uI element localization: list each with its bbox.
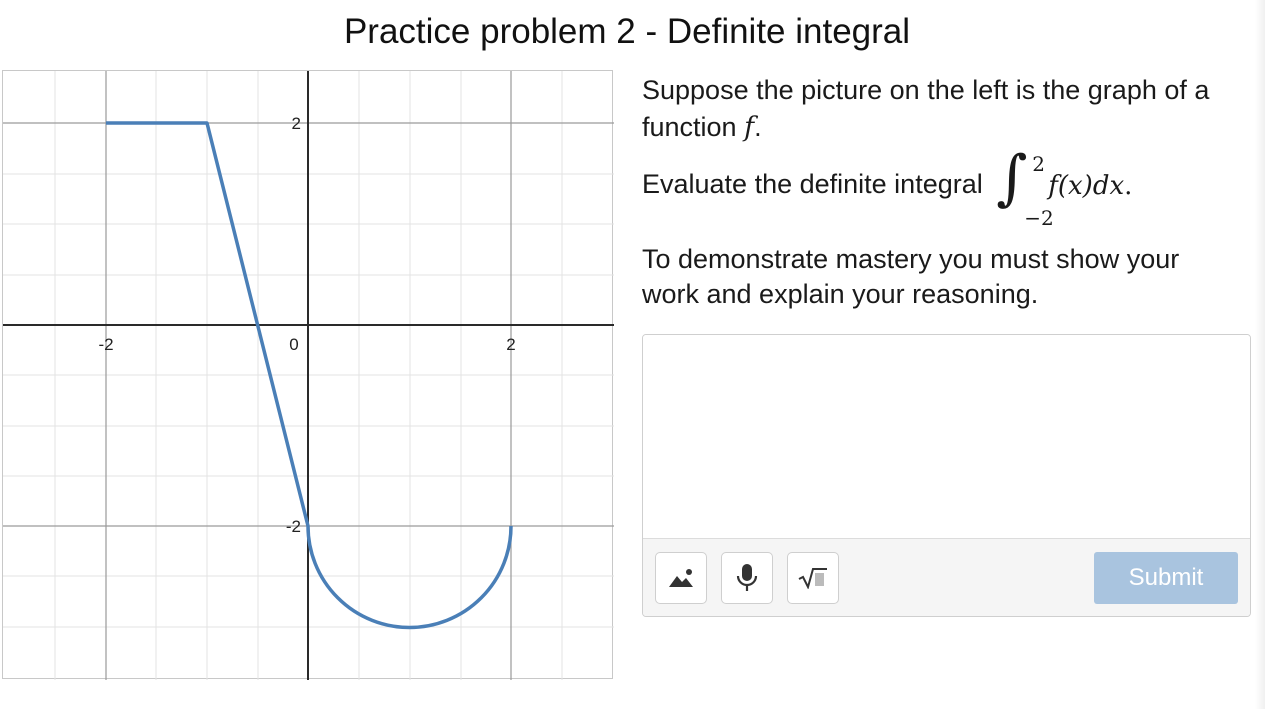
- evaluate-text: Evaluate the definite integral: [642, 169, 983, 200]
- page-title: Practice problem 2 - Definite integral: [343, 12, 911, 51]
- x-tick-label: 0: [289, 335, 298, 354]
- function-graph: -2 0 2 2 -2: [2, 70, 614, 680]
- integral-expression: ∫ 2 −2 f(x)dx.: [990, 143, 1180, 230]
- prompt-intro-text: Suppose the picture on the left is the g…: [642, 75, 1210, 142]
- math-editor-button[interactable]: [787, 552, 839, 604]
- x-tick-label: 2: [506, 335, 515, 354]
- square-root-icon: [798, 568, 827, 589]
- integrand: f(x)dx: [1048, 171, 1125, 201]
- record-audio-button[interactable]: [721, 552, 773, 604]
- x-tick-label: -2: [98, 335, 113, 354]
- upper-limit: 2: [1032, 152, 1045, 176]
- lower-limit: −2: [1024, 206, 1054, 230]
- prompt-evaluate: Evaluate the definite integral ∫ 2 −2 f(…: [642, 143, 1242, 230]
- punctuation: .: [1124, 171, 1133, 201]
- scrollbar-shadow: [1255, 0, 1265, 709]
- insert-image-button[interactable]: [655, 552, 707, 604]
- image-icon: [669, 569, 693, 587]
- prompt-intro: Suppose the picture on the left is the g…: [642, 72, 1242, 146]
- integral-sign-icon: ∫: [996, 143, 1028, 213]
- graph-svg: -2 0 2 2 -2: [3, 71, 614, 680]
- answer-toolbar: Submit: [643, 538, 1250, 616]
- answer-input[interactable]: [643, 335, 1250, 538]
- y-tick-label: 2: [292, 114, 301, 133]
- prompt-instructions: To demonstrate mastery you must show you…: [642, 244, 1180, 309]
- answer-box: Submit: [642, 334, 1251, 617]
- function-symbol: f: [744, 112, 755, 143]
- punctuation: .: [754, 112, 762, 142]
- submit-button[interactable]: Submit: [1094, 552, 1238, 604]
- y-tick-label: -2: [286, 517, 301, 536]
- microphone-icon: [736, 564, 758, 591]
